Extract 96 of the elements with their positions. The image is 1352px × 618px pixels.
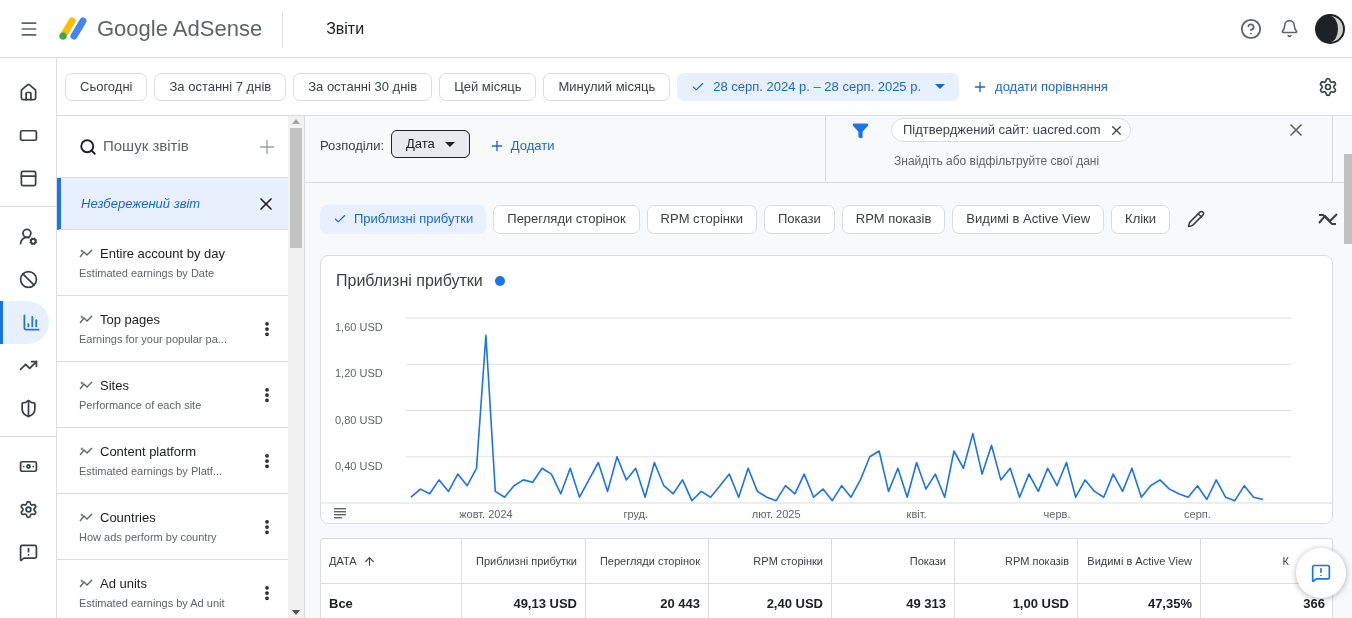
column-header[interactable]: RPM показів [955, 539, 1078, 583]
date-range-chip[interactable]: Цей місяць [439, 72, 537, 101]
metric-chip[interactable]: RPM сторінки [646, 204, 757, 234]
metric-chip[interactable]: Кліки [1111, 204, 1171, 234]
feedback-icon [19, 543, 38, 562]
report-subtitle: Estimated earnings by Platf... [79, 464, 224, 479]
report-title: Content platform [100, 442, 197, 461]
table-cell: 20 443 [586, 584, 709, 618]
x-tick-label: квіт. [906, 508, 927, 520]
home-icon [19, 83, 38, 102]
layout-icon [19, 169, 38, 188]
column-header[interactable]: Приблизні прибутки [462, 539, 586, 583]
settings-icon[interactable] [1318, 76, 1338, 97]
filter-search-field[interactable]: Знайдіть або відфільтруйте свої дані [894, 152, 1194, 170]
sparkle-line-icon [79, 577, 93, 589]
caret-icon [444, 141, 455, 147]
table-cell: 49,13 USD [462, 584, 586, 618]
help-icon[interactable] [1240, 17, 1262, 40]
sparkle-line-icon [79, 511, 93, 523]
avatar[interactable] [1315, 13, 1345, 44]
column-header[interactable]: Перегляди сторінок [586, 539, 709, 583]
sort-arrow-icon [362, 554, 376, 568]
scrollbar-thumb[interactable] [290, 128, 303, 248]
column-header[interactable]: Видимі в Active View [1078, 539, 1201, 583]
y-tick-label: 0,40 USD [335, 459, 383, 472]
sparkle-line-icon [79, 445, 93, 457]
y-tick-label: 0,80 USD [335, 413, 383, 426]
report-subtitle: Estimated earnings by Ad unit [79, 596, 226, 611]
nav-item[interactable] [0, 301, 49, 344]
breakdown-dropdown[interactable]: Дата [391, 130, 470, 158]
y-tick-label: 1,60 USD [335, 321, 383, 333]
filter-icon [852, 121, 869, 139]
x-tick-label: груд. [623, 508, 648, 520]
feedback-icon [1311, 563, 1331, 583]
trend-toggle-icon[interactable] [1318, 212, 1338, 226]
report-title: Entire account by day [100, 244, 226, 263]
sparkle-line-icon [79, 313, 93, 325]
block-icon [19, 270, 38, 289]
table-toggle-icon[interactable] [334, 508, 346, 519]
breakdown-label: Розподіли: [320, 137, 385, 155]
metric-chip[interactable]: Видимі в Active View [952, 204, 1105, 234]
scroll-down-icon[interactable] [292, 610, 301, 615]
table-cell: 49 313 [832, 584, 955, 618]
logo-icon [57, 15, 89, 42]
chart-title: Приблизні прибутки [336, 271, 483, 291]
report-item[interactable]: Незбережений звіт [57, 178, 289, 230]
brand-name: Google AdSense [97, 15, 263, 43]
page-title: Звіти [326, 18, 365, 39]
report-search-field[interactable]: Пошук звітів [103, 135, 253, 158]
shield-icon [19, 399, 38, 418]
scrollbar-thumb[interactable] [1344, 154, 1352, 244]
report-subtitle: Performance of each site [79, 398, 203, 413]
filter-chip[interactable]: Підтверджений сайт: uacred.com [891, 118, 1131, 142]
report-title: Countries [100, 508, 156, 527]
column-header[interactable]: Покази [832, 539, 955, 583]
search-icon [79, 137, 97, 156]
x-tick-label: серп. [1184, 508, 1211, 520]
x-tick-label: лют. 2025 [751, 508, 801, 520]
check-icon [333, 212, 347, 226]
date-range-chip[interactable]: 28 серп. 2024 р. – 28 серп. 2025 р. [677, 72, 960, 101]
metric-chip[interactable]: Перегляди сторінок [493, 204, 640, 234]
person-gear-icon [19, 227, 38, 246]
x-tick-label: жовт. 2024 [459, 508, 513, 520]
filter-chip-label: Підтверджений сайт: uacred.com [903, 121, 1101, 140]
report-title: Незбережений звіт [81, 194, 202, 213]
report-subtitle: Earnings for your popular pa... [79, 332, 228, 347]
y-tick-label: 1,20 USD [335, 367, 383, 380]
caret-icon [935, 84, 946, 89]
edit-icon[interactable] [1187, 210, 1206, 228]
date-range-chip[interactable]: Минулий місяць [543, 72, 671, 101]
table-cell: 1,00 USD [955, 584, 1078, 618]
table-cell: 2,40 USD [709, 584, 832, 618]
date-range-chip[interactable]: За останні 7 днів [154, 72, 287, 101]
column-header[interactable]: ДАТА [321, 539, 462, 583]
sparkle-line-icon [79, 379, 93, 391]
notification-icon[interactable] [1280, 19, 1299, 38]
add-comparison-button[interactable]: додати порівняння [972, 76, 1108, 97]
report-title: Top pages [100, 310, 160, 329]
scrollbar[interactable] [288, 116, 304, 618]
metric-chip[interactable]: Приблизні прибутки [320, 204, 487, 234]
sparkle-line-icon [79, 247, 93, 259]
settings-icon [19, 500, 38, 519]
report-subtitle: How ads perform by country [79, 530, 218, 545]
bar-chart-icon [22, 313, 41, 332]
metric-chip[interactable]: Покази [763, 204, 835, 234]
report-subtitle: Estimated earnings by Date [79, 266, 216, 281]
add-breakdown-button[interactable]: Додати [488, 136, 555, 156]
table-cell: Все [321, 584, 462, 618]
report-title: Sites [100, 376, 129, 395]
date-range-chip[interactable]: Сьогодні [65, 72, 148, 101]
date-range-chip[interactable]: За останні 30 днів [293, 72, 433, 101]
column-header[interactable]: RPM сторінки [709, 539, 832, 583]
table-cell: 47,35% [1078, 584, 1201, 618]
x-tick-label: черв. [1043, 508, 1071, 520]
metric-chip[interactable]: RPM показів [841, 204, 946, 234]
report-title: Ad units [100, 574, 147, 593]
